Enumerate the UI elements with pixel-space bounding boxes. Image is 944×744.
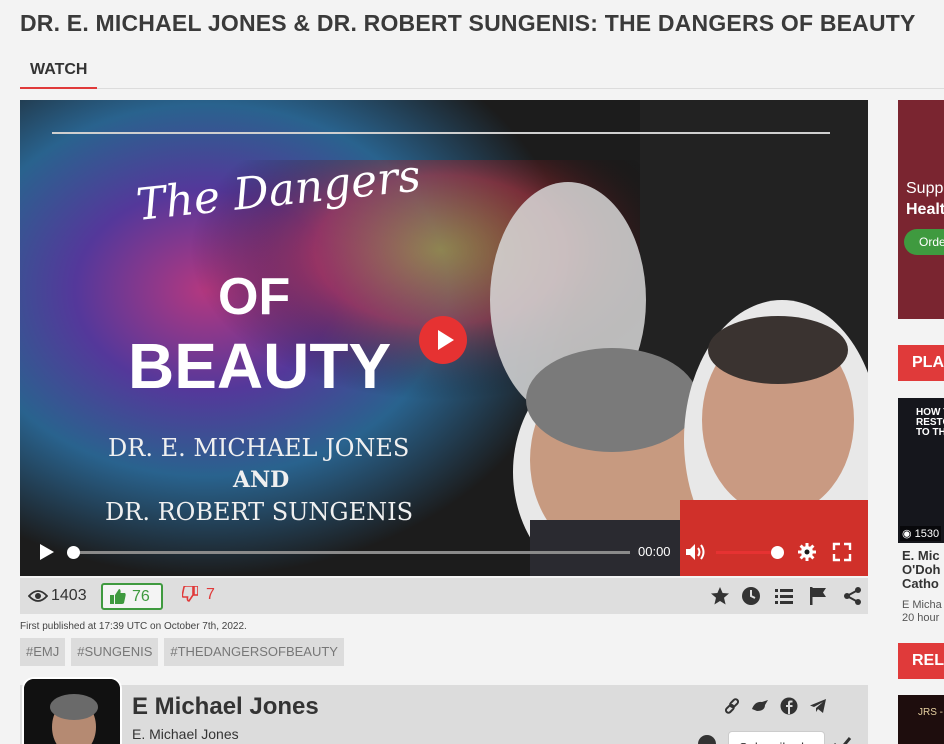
seek-handle[interactable] (67, 546, 80, 559)
channel-handle: E. Michael Jones (132, 726, 239, 742)
share-icon[interactable] (843, 586, 863, 606)
sidebar-title-line-3: Catho (902, 576, 939, 591)
tag-sungenis[interactable]: #SUNGENIS (71, 638, 159, 666)
related-header[interactable]: REL (898, 643, 944, 679)
art-title-beauty: BEAUTY (128, 330, 391, 402)
ad-order-button[interactable]: Orde (904, 229, 944, 255)
fullscreen-icon[interactable] (832, 542, 852, 562)
dislike-button[interactable]: 7 (181, 585, 215, 604)
thumbs-up-icon (110, 589, 126, 604)
clock-icon[interactable] (741, 586, 761, 606)
link-icon[interactable] (723, 697, 741, 715)
published-date: First published at 17:39 UTC on October … (20, 621, 247, 632)
ad-line-1: Supp (906, 180, 944, 197)
video-controls: 00:00 (20, 526, 868, 576)
time-display: 00:00 (638, 544, 671, 559)
view-count: 1403 (27, 587, 87, 605)
page-title: DR. E. MICHAEL JONES & DR. ROBERT SUNGEN… (20, 10, 916, 36)
like-count: 76 (132, 588, 150, 605)
thumb-text: HOW T RESTOR TO THE (916, 408, 944, 438)
sidebar-title-line-2: O'Doh (902, 562, 941, 577)
volume-handle[interactable] (771, 546, 784, 559)
dislike-count: 7 (206, 586, 215, 603)
sidebar-video-author: E Micha (902, 599, 942, 611)
subscribe-button[interactable]: Subscribed (728, 731, 825, 744)
page: DR. E. MICHAEL JONES & DR. ROBERT SUNGEN… (0, 0, 944, 744)
related-thumb-text: JRS - (918, 707, 943, 718)
playlist-add-icon[interactable] (774, 586, 794, 606)
volume-icon[interactable] (685, 543, 707, 561)
channel-avatar[interactable] (22, 677, 122, 744)
star-icon[interactable] (710, 586, 730, 606)
tag-thedangersofbeauty[interactable]: #THEDANGERSOFBEAUTY (164, 638, 344, 666)
play-button-large[interactable] (419, 316, 467, 364)
sidebar-video-title[interactable]: E. Mic O'Doh Catho (902, 549, 944, 591)
art-line-3: DR. ROBERT SUNGENIS (105, 498, 413, 526)
tag-emj[interactable]: #EMJ (20, 638, 66, 666)
volume-slider[interactable] (716, 546, 784, 559)
sidebar-video-age: 20 hour (902, 612, 940, 624)
thumbs-down-icon (181, 585, 199, 602)
art-line-2: AND (232, 467, 289, 493)
notification-icon[interactable] (698, 735, 716, 744)
flag-icon[interactable] (808, 586, 828, 606)
playlists-header[interactable]: PLA (898, 345, 944, 381)
video-player[interactable]: The Dangers OF BEAUTY DR. E. MICHAEL JON… (20, 100, 868, 576)
unsubscribe-icon[interactable] (832, 735, 852, 744)
settings-gear-icon[interactable] (797, 542, 817, 562)
sidebar-title-line-1: E. Mic (902, 549, 940, 563)
stats-bar: 1403 76 7 (20, 578, 868, 614)
eye-icon (27, 590, 49, 602)
avatar-image (24, 679, 120, 744)
sidebar-ad[interactable]: Supp Healt Orde (898, 100, 944, 319)
tab-watch[interactable]: WATCH (20, 52, 98, 89)
view-count-value: 1403 (51, 587, 87, 604)
play-icon[interactable] (38, 543, 54, 561)
like-button[interactable]: 76 (101, 583, 163, 610)
gab-icon[interactable] (751, 697, 769, 715)
ad-line-2: Healt (906, 201, 944, 218)
art-line-1: DR. E. MICHAEL JONES (108, 434, 409, 462)
seek-bar[interactable] (67, 546, 630, 559)
related-video-thumbnail[interactable]: JRS - (898, 695, 944, 744)
channel-name[interactable]: E Michael Jones (132, 693, 319, 721)
tab-bar: WATCH (20, 52, 944, 89)
telegram-icon[interactable] (809, 697, 827, 715)
channel-bar: E Michael Jones E. Michael Jones Subscri… (20, 677, 868, 744)
facebook-icon[interactable] (780, 697, 798, 715)
tag-list: #EMJ #SUNGENIS #THEDANGERSOFBEAUTY (20, 638, 350, 666)
sidebar-video-thumbnail[interactable]: HOW T RESTOR TO THE ◉ 1530 (898, 398, 944, 543)
sidebar-thumb-views: ◉ 1530 (900, 526, 942, 541)
sidebar-video-meta: E Micha 20 hour (902, 599, 944, 625)
thumb-text-3: TO THE (916, 427, 944, 438)
sidebar-thumb-view-count: 1530 (914, 528, 940, 540)
art-title-of: OF (218, 268, 290, 326)
